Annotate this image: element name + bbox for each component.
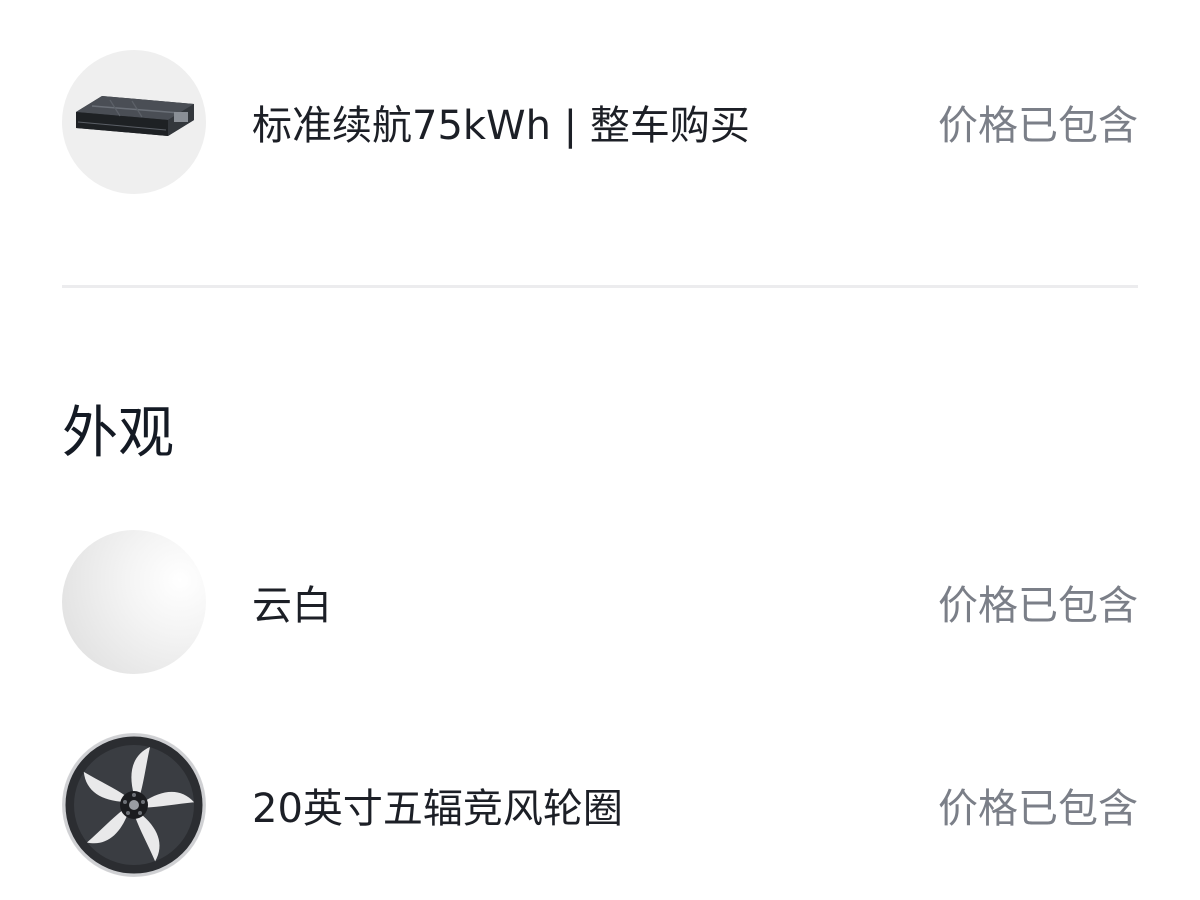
battery-option-price: 价格已包含 <box>938 103 1138 149</box>
wheel-option-row[interactable]: 20英寸五辐竞风轮圈 价格已包含 <box>62 733 1138 877</box>
wheel-option-name: 20英寸五辐竞风轮圈 <box>252 786 623 832</box>
battery-pack-icon <box>62 50 206 194</box>
exterior-color-price: 价格已包含 <box>938 583 1138 629</box>
exterior-section-title: 外观 <box>62 401 174 466</box>
battery-option-name: 标准续航75kWh | 整车购买 <box>252 103 750 149</box>
battery-option-row[interactable]: 标准续航75kWh | 整车购买 价格已包含 <box>62 50 1138 194</box>
white-color-swatch-icon <box>62 530 206 674</box>
exterior-color-row[interactable]: 云白 价格已包含 <box>62 530 1138 674</box>
exterior-color-name: 云白 <box>252 583 332 629</box>
wheel-icon <box>62 733 206 877</box>
wheel-option-price: 价格已包含 <box>938 786 1138 832</box>
section-divider <box>62 285 1138 288</box>
